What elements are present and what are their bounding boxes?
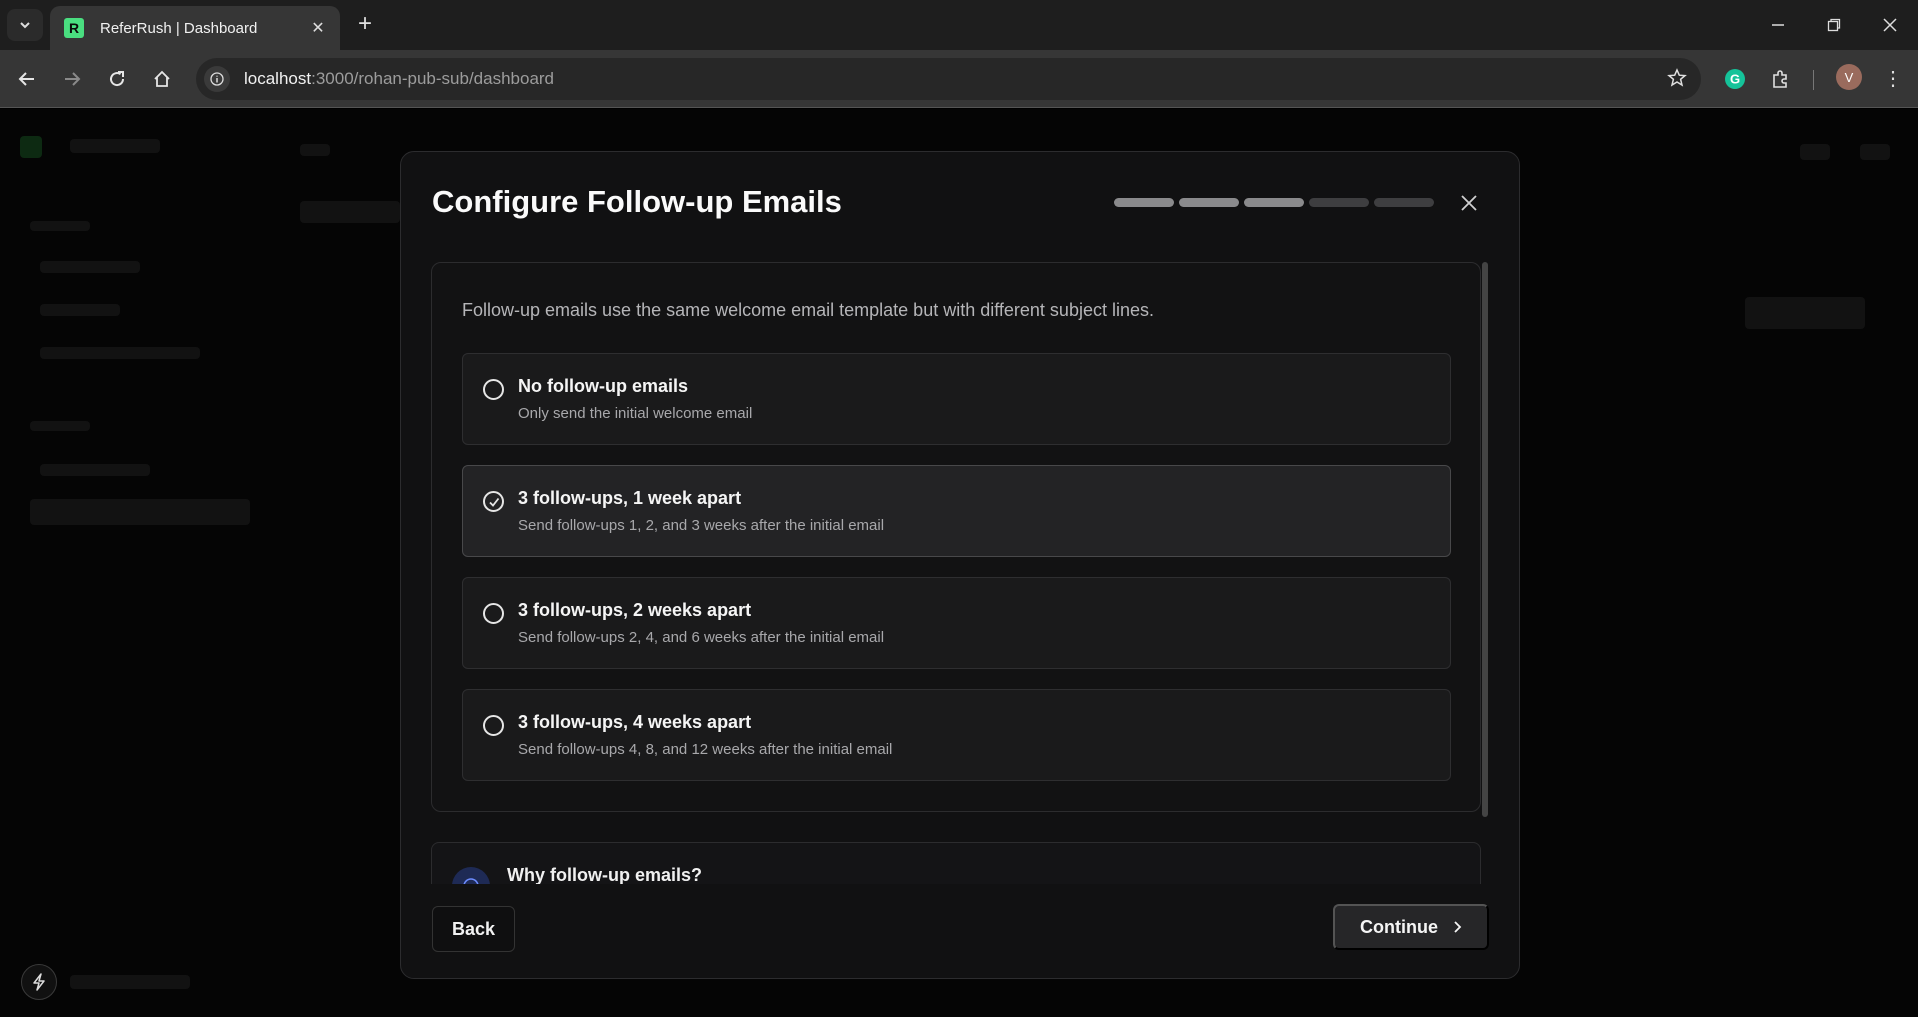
address-bar[interactable]: localhost:3000/rohan-pub-sub/dashboard bbox=[196, 58, 1701, 100]
why-follow-up-info-card: Why follow-up emails? bbox=[431, 842, 1481, 884]
favicon-icon: R bbox=[64, 18, 84, 38]
quick-action-button[interactable] bbox=[21, 964, 57, 1000]
close-icon bbox=[1883, 18, 1897, 32]
minimize-button[interactable] bbox=[1758, 12, 1798, 38]
chevron-down-icon bbox=[20, 22, 30, 29]
radio-button[interactable] bbox=[483, 715, 504, 736]
reload-icon bbox=[110, 71, 125, 87]
restore-icon bbox=[1827, 18, 1841, 32]
forward-nav-button[interactable] bbox=[57, 64, 87, 94]
check-icon bbox=[488, 497, 499, 507]
header-placeholder bbox=[300, 144, 330, 156]
continue-button[interactable]: Continue bbox=[1333, 904, 1489, 950]
option-no-follow-up[interactable]: No follow-up emails Only send the initia… bbox=[462, 353, 1451, 445]
follow-up-options-card: Follow-up emails use the same welcome em… bbox=[431, 262, 1481, 812]
close-icon bbox=[1461, 195, 1477, 211]
continue-label: Continue bbox=[1360, 916, 1438, 937]
sidebar-placeholder bbox=[40, 261, 140, 273]
info-title: Why follow-up emails? bbox=[507, 865, 703, 884]
radio-button-selected[interactable] bbox=[483, 491, 504, 512]
new-tab-button[interactable]: + bbox=[352, 12, 378, 38]
sidebar-placeholder bbox=[30, 499, 250, 525]
home-button[interactable] bbox=[147, 64, 177, 94]
restore-button[interactable] bbox=[1814, 12, 1854, 38]
footer-placeholder bbox=[70, 975, 190, 989]
sidebar-placeholder bbox=[30, 421, 90, 431]
radio-button[interactable] bbox=[483, 379, 504, 400]
bolt-icon bbox=[33, 973, 45, 991]
option-4-weeks-apart[interactable]: 3 follow-ups, 4 weeks apart Send follow-… bbox=[462, 689, 1451, 781]
tab-title: ReferRush | Dashboard bbox=[100, 19, 258, 37]
option-description: Send follow-ups 2, 4, and 6 weeks after … bbox=[518, 629, 885, 646]
browser-tabstrip: R ReferRush | Dashboard ✕ + bbox=[0, 0, 1918, 50]
header-placeholder bbox=[1745, 297, 1865, 329]
arrow-right-icon bbox=[65, 72, 81, 86]
toolbar-divider bbox=[1813, 70, 1814, 90]
progress-step-3 bbox=[1244, 198, 1304, 207]
info-icon bbox=[452, 867, 490, 884]
close-window-button[interactable] bbox=[1870, 12, 1910, 38]
header-placeholder bbox=[300, 201, 400, 223]
url-text: localhost:3000/rohan-pub-sub/dashboard bbox=[244, 69, 555, 88]
option-title: No follow-up emails bbox=[518, 376, 689, 396]
option-description: Send follow-ups 1, 2, and 3 weeks after … bbox=[518, 517, 885, 534]
option-title: 3 follow-ups, 1 week apart bbox=[518, 488, 742, 508]
home-icon bbox=[154, 70, 170, 87]
progress-step-2 bbox=[1179, 198, 1239, 207]
tab-search-button[interactable] bbox=[7, 9, 43, 41]
radio-button[interactable] bbox=[483, 603, 504, 624]
minimize-icon bbox=[1772, 24, 1784, 26]
step-progress-indicator bbox=[1114, 198, 1434, 207]
arrow-left-icon bbox=[18, 72, 34, 86]
option-description: Send follow-ups 4, 8, and 12 weeks after… bbox=[518, 741, 893, 758]
app-name-placeholder bbox=[70, 139, 160, 153]
modal-title: Configure Follow-up Emails bbox=[432, 184, 842, 219]
progress-step-1 bbox=[1114, 198, 1174, 207]
progress-step-4 bbox=[1309, 198, 1369, 207]
site-info-icon[interactable] bbox=[204, 66, 230, 92]
browser-toolbar: localhost:3000/rohan-pub-sub/dashboard G… bbox=[0, 50, 1918, 108]
sidebar-placeholder bbox=[30, 221, 90, 231]
sidebar-placeholder bbox=[40, 304, 120, 316]
svg-text:G: G bbox=[1730, 72, 1740, 87]
browser-tab-active[interactable]: R ReferRush | Dashboard ✕ bbox=[50, 6, 340, 50]
extensions-puzzle-icon[interactable] bbox=[1766, 64, 1796, 94]
option-2-weeks-apart[interactable]: 3 follow-ups, 2 weeks apart Send follow-… bbox=[462, 577, 1451, 669]
sidebar-placeholder bbox=[40, 464, 150, 476]
modal-scrollbar[interactable] bbox=[1482, 262, 1488, 817]
option-title: 3 follow-ups, 4 weeks apart bbox=[518, 712, 752, 732]
sidebar-placeholder bbox=[40, 347, 200, 359]
follow-up-config-modal: Configure Follow-up Emails Follow-up ema… bbox=[400, 151, 1520, 979]
progress-step-5 bbox=[1374, 198, 1434, 207]
option-title: 3 follow-ups, 2 weeks apart bbox=[518, 600, 752, 620]
reload-button[interactable] bbox=[102, 64, 132, 94]
header-placeholder bbox=[1860, 144, 1890, 160]
chevron-right-icon bbox=[1454, 921, 1462, 933]
grammarly-extension-icon[interactable]: G bbox=[1720, 64, 1750, 94]
back-nav-button[interactable] bbox=[12, 64, 42, 94]
browser-menu-icon[interactable]: ⋮ bbox=[1880, 64, 1906, 94]
bookmark-star-icon[interactable] bbox=[1667, 68, 1687, 93]
profile-avatar[interactable]: V bbox=[1836, 64, 1862, 90]
back-button[interactable]: Back bbox=[432, 906, 515, 952]
app-logo bbox=[20, 136, 42, 158]
intro-text: Follow-up emails use the same welcome em… bbox=[462, 300, 1154, 320]
modal-scroll-area[interactable]: Follow-up emails use the same welcome em… bbox=[431, 262, 1491, 884]
option-description: Only send the initial welcome email bbox=[518, 405, 753, 422]
header-placeholder bbox=[1800, 144, 1830, 160]
modal-close-button[interactable] bbox=[1456, 190, 1482, 216]
tab-close-icon[interactable]: ✕ bbox=[308, 18, 328, 38]
option-1-week-apart[interactable]: 3 follow-ups, 1 week apart Send follow-u… bbox=[462, 465, 1451, 557]
